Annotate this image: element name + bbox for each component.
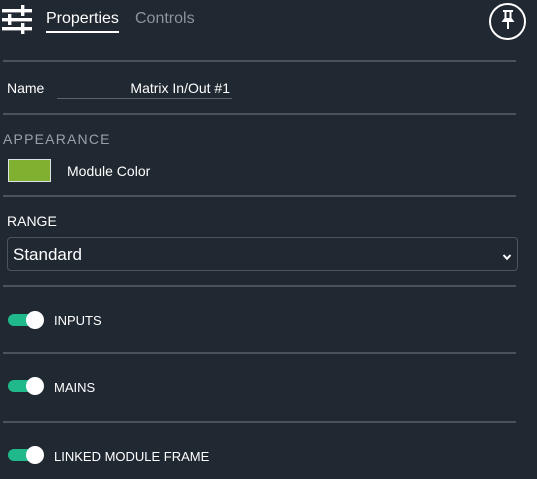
range-selected-value: Standard [13,245,82,264]
panel-header: Properties Controls [0,0,537,44]
divider [3,421,516,423]
mains-toggle-label: MAINS [54,380,96,395]
active-tab-underline [46,31,119,33]
divider [3,195,516,197]
chevron-down-icon [502,249,512,261]
tab-controls-label: Controls [135,10,195,27]
module-color-label: Module Color [67,163,151,179]
inputs-toggle[interactable] [8,311,44,329]
tab-controls[interactable]: Controls [135,9,195,29]
toggle-thumb [26,446,44,464]
pin-icon [498,8,518,35]
name-field[interactable] [57,77,232,99]
tab-properties-label: Properties [46,10,119,27]
linked-module-frame-toggle[interactable] [8,446,44,464]
divider [3,113,516,115]
pin-button[interactable] [489,3,526,40]
divider [3,285,516,287]
module-color-swatch[interactable] [8,159,51,182]
linked-module-frame-toggle-label: LINKED MODULE FRAME [54,449,210,464]
toggle-thumb [26,377,44,395]
divider [3,60,516,62]
range-select[interactable]: Standard [7,237,518,271]
inputs-toggle-label: INPUTS [54,313,102,328]
properties-panel: Properties Controls Name APPEARANCE Modu… [0,0,537,479]
sliders-icon[interactable] [2,5,34,35]
mains-toggle[interactable] [8,377,44,395]
appearance-heading: APPEARANCE [3,131,111,147]
tab-properties[interactable]: Properties [46,9,119,33]
divider [3,352,516,354]
name-label: Name [7,80,45,96]
toggle-thumb [26,311,44,329]
range-label: RANGE [7,213,57,229]
